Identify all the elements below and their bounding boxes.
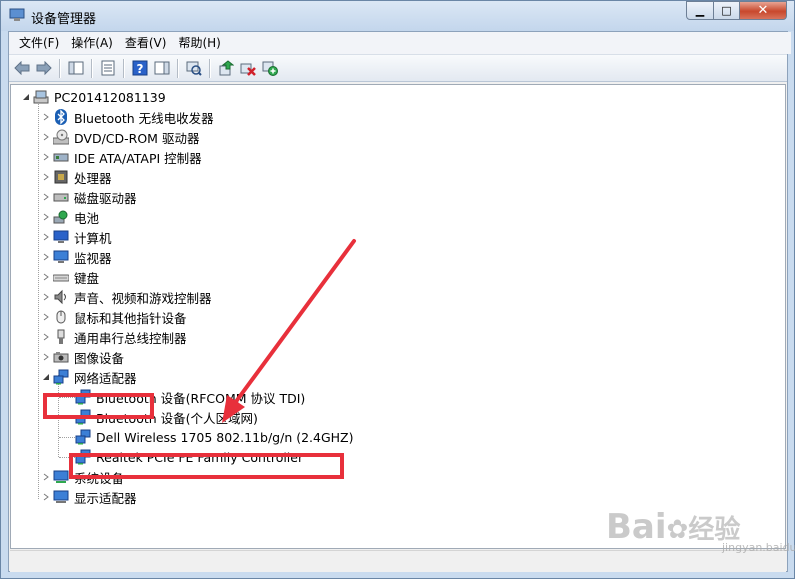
title-bar[interactable]: 设备管理器 ▁ □ ✕ (1, 1, 794, 31)
toolbar-separator (123, 59, 125, 78)
minimize-button[interactable]: ▁ (686, 1, 714, 20)
update-driver-icon (219, 60, 234, 76)
watermark-brand: Bai (606, 507, 667, 547)
watermark-url: jingyan.baidu.com (722, 541, 795, 554)
scan-hardware-changes-button[interactable] (185, 59, 203, 77)
menu-file[interactable]: 文件(F) (13, 33, 65, 53)
menu-action[interactable]: 操作(A) (65, 33, 119, 53)
maximize-button[interactable]: □ (713, 1, 740, 20)
toolbar-separator (59, 59, 61, 78)
toolbar-separator (209, 59, 211, 78)
scan-hardware-icon (186, 61, 202, 76)
menu-view[interactable]: 查看(V) (119, 33, 173, 53)
uninstall-button[interactable] (239, 59, 257, 77)
enable-device-icon (262, 61, 278, 76)
help-button[interactable]: ? (131, 59, 149, 77)
forward-arrow-icon (36, 61, 52, 75)
back-button[interactable] (13, 59, 31, 77)
svg-text:?: ? (137, 62, 144, 76)
uninstall-icon (240, 63, 256, 76)
window-title: 设备管理器 (31, 12, 97, 27)
help-icon: ? (132, 60, 148, 76)
device-manager-window: 设备管理器 ▁ □ ✕ 文件(F) 操作(A) 查看(V) 帮助(H) ? PC… (0, 0, 795, 579)
update-driver-button[interactable] (217, 59, 235, 77)
action-pane-icon (154, 61, 170, 75)
console-tree-icon (68, 61, 84, 75)
properties-icon (101, 60, 115, 76)
back-arrow-icon (14, 61, 30, 75)
client-area: 文件(F) 操作(A) 查看(V) 帮助(H) ? PC201412081139… (8, 31, 791, 572)
action-pane-button[interactable] (153, 59, 171, 77)
forward-button[interactable] (35, 59, 53, 77)
menu-help[interactable]: 帮助(H) (172, 33, 226, 53)
baidu-watermark: Bai✿经验 jingyan.baidu.com (606, 507, 795, 554)
toolbar-separator (177, 59, 179, 78)
device-manager-icon (9, 8, 25, 21)
paw-icon: ✿ (666, 515, 689, 545)
properties-button[interactable] (99, 59, 117, 77)
toolbar: ? (9, 54, 787, 82)
device-tree-pane[interactable]: PC201412081139 Bluetooth 无线电收发器 DVD/CD-RO… (10, 84, 786, 549)
enable-device-button[interactable] (261, 59, 279, 77)
close-button[interactable]: ✕ (739, 1, 787, 20)
toolbar-separator (91, 59, 93, 78)
menu-bar: 文件(F) 操作(A) 查看(V) 帮助(H) (9, 32, 791, 54)
show-hide-console-tree-button[interactable] (67, 59, 85, 77)
annotation-arrow (222, 239, 356, 423)
